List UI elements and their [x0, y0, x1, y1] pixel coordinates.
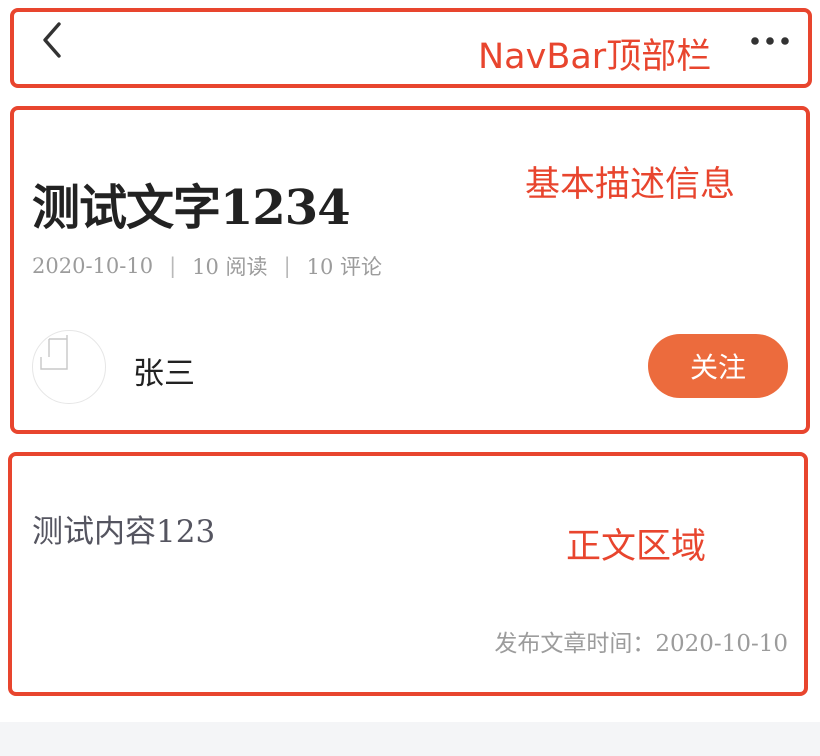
meta-separator: | — [169, 254, 177, 278]
article-meta: 2020-10-10 | 10 阅读 | 10 评论 — [32, 251, 382, 281]
chevron-left-icon — [43, 22, 61, 58]
follow-button[interactable]: 关注 — [648, 334, 788, 398]
body-annotation-label: 正文区域 — [566, 527, 707, 567]
article-page: NavBar顶部栏 基本描述信息 测试文字1234 2020-10-10 | 1… — [0, 0, 820, 756]
body-annotation-frame — [8, 452, 808, 696]
meta-separator: | — [283, 254, 291, 278]
avatar[interactable] — [32, 330, 106, 404]
author-name[interactable]: 张三 — [133, 348, 195, 393]
article-content: 测试内容123 — [32, 514, 216, 550]
back-button[interactable] — [34, 20, 70, 60]
info-annotation-label: 基本描述信息 — [525, 165, 736, 205]
article-title: 测试文字1234 — [32, 180, 351, 236]
comment-count: 10 评论 — [306, 255, 383, 279]
navbar-annotation-label: NavBar顶部栏 — [478, 37, 712, 77]
broken-image-icon — [40, 335, 68, 370]
publish-date: 2020-10-10 — [32, 254, 154, 278]
more-button[interactable] — [748, 26, 792, 56]
more-horizontal-icon — [751, 37, 789, 45]
read-count: 10 阅读 — [192, 255, 268, 279]
page-footer — [0, 722, 820, 756]
publish-time: 发布文章时间：2020-10-10 — [494, 631, 788, 657]
